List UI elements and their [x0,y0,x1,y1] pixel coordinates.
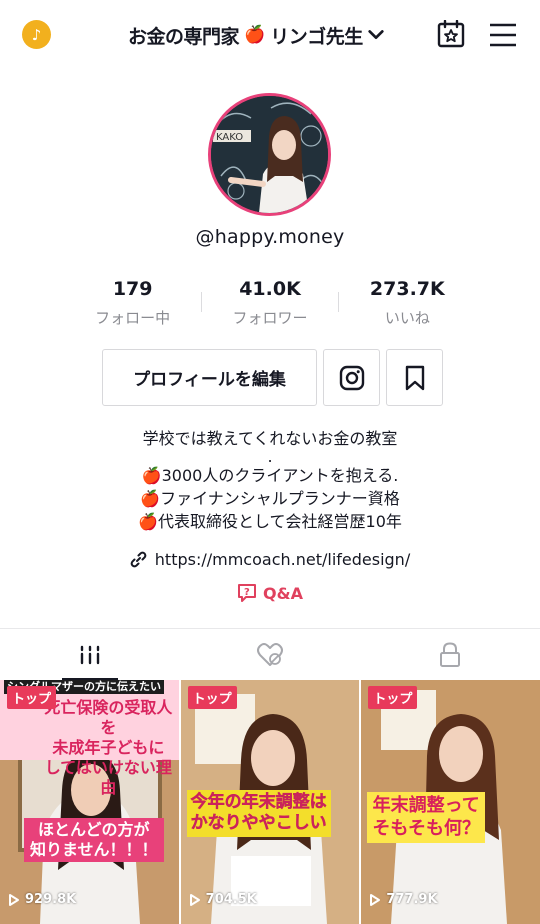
profile-tabs [0,628,540,680]
view-count: 929.8K [8,892,76,907]
top-bar: ♪ お金の専門家 🍎 リンゴ先生 [0,0,540,68]
link-icon [130,551,147,568]
profile-avatar[interactable]: KAKO [208,93,331,216]
lock-icon [440,641,460,667]
following-stat[interactable]: 179 フォロー中 [64,276,201,332]
bio-item: 🍎ファイナンシャルプランナー資格 [140,489,400,508]
view-count: 777.9K [369,892,438,907]
play-icon [9,893,19,906]
view-count: 704.5K [189,892,257,907]
video-grid-icon [80,645,100,664]
edit-profile-button[interactable]: プロフィールを編集 [102,349,317,406]
liked-tab[interactable] [180,629,360,680]
followers-count: 41.0K [239,278,301,300]
video-caption: 年末調整って そもそも何？ [367,792,485,843]
bio-item: 🍎3000人のクライアントを抱える. [141,466,399,485]
followers-stat[interactable]: 41.0K フォロワー [201,276,338,332]
stat-divider [338,292,339,312]
profile-stats: 179 フォロー中 41.0K フォロワー 273.7K いいね [64,276,476,332]
profile-link[interactable]: https://mmcoach.net/lifedesign/ [0,550,540,569]
qa-label: Q&A [263,583,303,603]
svg-text:?: ? [244,587,250,598]
account-name: お金の専門家 [128,25,240,48]
followers-label: フォロワー [232,309,308,327]
instagram-button[interactable] [323,349,380,406]
stat-divider [201,292,202,312]
bio-item: 🍎代表取締役として会社経営歴10年 [138,512,402,531]
play-icon [370,893,381,906]
profile-bio: 学校では教えてくれないお金の教室 . 🍎3000人のクライアントを抱える. 🍎フ… [0,427,540,533]
question-bubble-icon: ? [238,584,257,602]
profile-link-text: https://mmcoach.net/lifedesign/ [154,550,411,569]
video-thumbnail[interactable]: 今年の年末調整は かなりややこしい トップ 704.5K [180,680,360,924]
likes-stat[interactable]: 273.7K いいね [339,276,476,332]
qa-link[interactable]: ? Q&A [0,583,540,603]
username-handle: @happy.money [195,226,345,248]
menu-icon[interactable] [489,22,517,48]
following-count: 179 [112,278,153,300]
tiktok-coin-icon[interactable]: ♪ [22,20,51,49]
hidden-heart-icon [257,642,283,666]
video-caption: 死亡保険の受取人を 未成年子どもに してはいけない理由 [44,698,173,797]
account-name-suffix: リンゴ先生 [270,25,363,48]
bio-dot: . [267,447,273,466]
favorites-button[interactable] [386,349,443,406]
likes-label: いいね [384,309,430,327]
play-icon [189,893,200,906]
chevron-down-icon [368,30,384,40]
apple-emoji-icon: 🍎 [244,25,266,45]
videos-tab[interactable] [0,629,180,680]
video-thumbnail[interactable]: 年末調整って そもそも何？ トップ 777.9K [361,680,540,924]
private-tab[interactable] [360,629,540,680]
account-switcher[interactable]: お金の専門家 🍎 リンゴ先生 [128,20,385,50]
apple-emoji-icon: 🍎 [140,489,161,508]
bookmark-icon [405,365,424,390]
calendar-star-icon[interactable] [437,20,465,48]
instagram-icon [339,365,364,390]
apple-emoji-icon: 🍎 [141,466,162,485]
likes-count: 273.7K [369,278,445,300]
pinned-badge: トップ [368,686,418,709]
pinned-badge: トップ [7,686,57,709]
video-grid: シングルマザーの方に伝えたい 死亡保険の受取人を 未成年子どもに してはいけない… [0,680,540,924]
pinned-badge: トップ [187,686,237,709]
following-label: フォロー中 [95,309,171,327]
apple-emoji-icon: 🍎 [138,512,159,531]
video-caption: 今年の年末調整は かなりややこしい [186,790,331,837]
video-caption-bottom: ほとんどの方が 知りません！！！ [24,818,164,862]
svg-text:KAKO: KAKO [216,132,243,143]
video-thumbnail[interactable]: シングルマザーの方に伝えたい 死亡保険の受取人を 未成年子どもに してはいけない… [0,680,179,924]
